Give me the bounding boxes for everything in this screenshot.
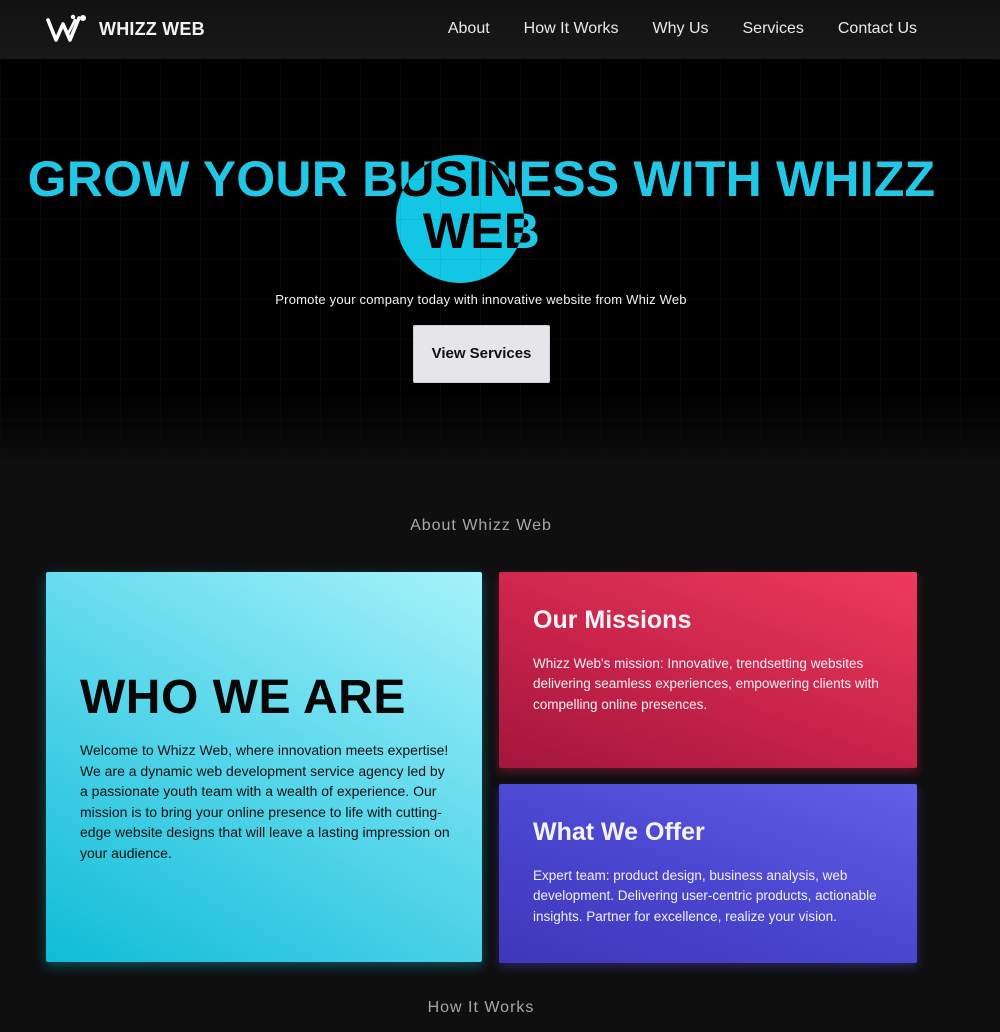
logo[interactable]: WHIZZ WEB [46, 14, 205, 44]
hero-subtitle: Promote your company today with innovati… [275, 292, 687, 307]
who-we-are-card: WHO WE ARE Welcome to Whizz Web, where i… [46, 572, 482, 962]
nav-link-about[interactable]: About [448, 19, 490, 39]
how-it-works-heading: How It Works [427, 999, 535, 1016]
nav-link-how-it-works[interactable]: How It Works [524, 19, 619, 39]
who-we-are-title: WHO WE ARE [80, 671, 406, 724]
navbar: WHIZZ WEB About How It Works Why Us Serv… [0, 0, 1000, 59]
hero-accent-circle [396, 155, 524, 283]
whizz-web-logo-icon [46, 14, 86, 42]
what-we-offer-title: What We Offer [533, 818, 705, 846]
nav-link-why-us[interactable]: Why Us [653, 19, 709, 39]
our-missions-card: Our Missions Whizz Web's mission: Innova… [499, 572, 917, 768]
logo-text: WHIZZ WEB [99, 18, 205, 39]
who-we-are-text: Welcome to Whizz Web, where innovation m… [80, 742, 450, 861]
nav-links: About How It Works Why Us Services Conta… [414, 19, 917, 39]
our-missions-text: Whizz Web's mission: Innovative, trendse… [533, 656, 879, 712]
nav-link-services[interactable]: Services [743, 19, 804, 39]
about-section-heading: About Whizz Web [410, 517, 552, 534]
what-we-offer-card: What We Offer Expert team: product desig… [499, 784, 917, 963]
what-we-offer-text: Expert team: product design, business an… [533, 868, 877, 924]
hero-section: GROW YOUR BUSINESS WITH WHIZZ WEB Promot… [0, 59, 1000, 471]
view-services-button[interactable]: View Services [413, 325, 550, 383]
nav-link-contact-us[interactable]: Contact Us [838, 19, 917, 39]
our-missions-title: Our Missions [533, 606, 692, 634]
